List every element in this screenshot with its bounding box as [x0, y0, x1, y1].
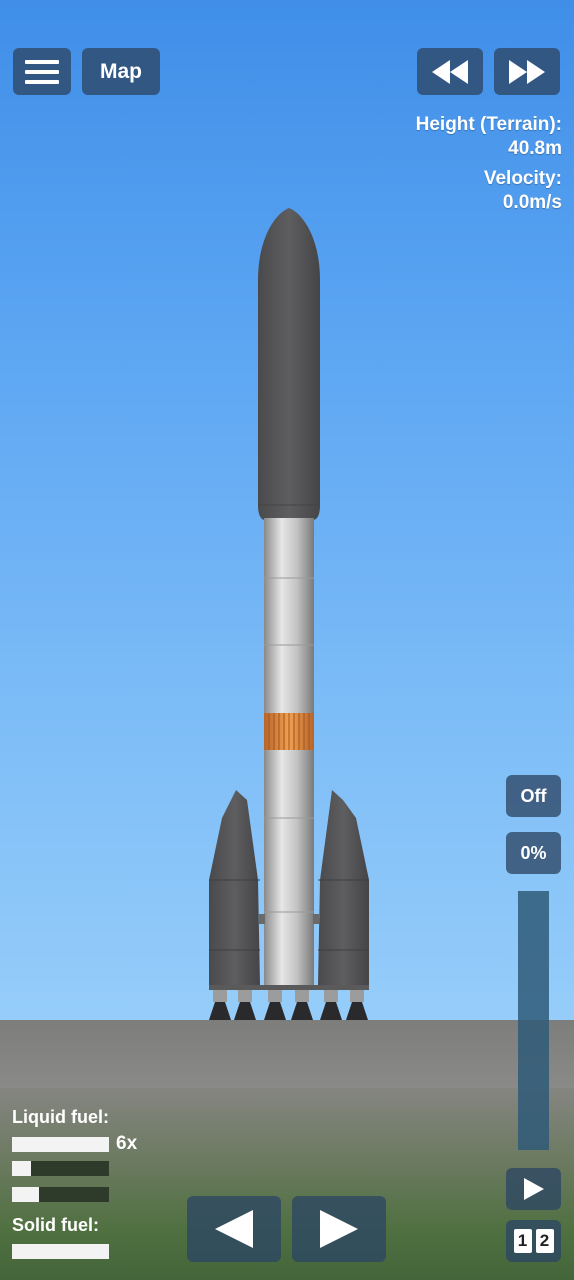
fast-forward-button[interactable] [494, 48, 560, 95]
throttle-slider[interactable] [518, 891, 549, 1150]
stage-digit-1: 1 [513, 1229, 532, 1253]
height-label: Height (Terrain): [415, 114, 562, 135]
throttle-percent-label: 0% [520, 842, 547, 863]
payload-fairing [258, 208, 320, 520]
menu-button[interactable] [13, 48, 71, 95]
engine-toggle-label: Off [520, 785, 547, 806]
solid-fuel-fill-1 [12, 1244, 109, 1259]
velocity-value: 0.0m/s [502, 192, 562, 213]
fast-forward-icon [507, 59, 547, 85]
map-button-label: Map [100, 59, 142, 83]
hamburger-menu-icon [25, 59, 59, 85]
throttle-percent-display: 0% [506, 832, 561, 874]
steer-left-button[interactable] [187, 1196, 281, 1262]
steer-right-button[interactable] [292, 1196, 386, 1262]
rewind-icon [430, 59, 470, 85]
solid-fuel-bar-1 [12, 1244, 109, 1259]
stage-selector[interactable]: 1 2 [506, 1220, 561, 1262]
rewind-button[interactable] [417, 48, 483, 95]
left-booster [209, 790, 265, 985]
liquid-fuel-label: Liquid fuel: [12, 1107, 109, 1127]
right-arrow-icon [319, 1209, 359, 1249]
velocity-label: Velocity: [483, 168, 562, 189]
liquid-fuel-fill-2 [12, 1161, 32, 1176]
stage-digit-2: 2 [535, 1229, 554, 1253]
engines [209, 985, 369, 1020]
right-booster [313, 790, 369, 985]
activate-stage-button[interactable] [506, 1168, 561, 1210]
liquid-fuel-fill-3 [12, 1187, 40, 1202]
left-arrow-icon [214, 1209, 254, 1249]
engine-toggle-button[interactable]: Off [506, 775, 561, 817]
liquid-fuel-bar-3 [12, 1187, 109, 1202]
height-value: 40.8m [508, 138, 562, 159]
velocity-readout: Velocity: 0.0m/s [484, 167, 562, 215]
play-icon [523, 1177, 545, 1201]
liquid-fuel-bar-1 [12, 1137, 109, 1152]
solid-fuel-label: Solid fuel: [12, 1215, 99, 1235]
liquid-fuel-multiplier: 6x [116, 1133, 138, 1154]
liquid-fuel-fill-1 [12, 1137, 109, 1152]
map-button[interactable]: Map [82, 48, 160, 95]
core-stage [264, 518, 314, 985]
liquid-fuel-bar-2 [12, 1161, 109, 1176]
height-readout: Height (Terrain): 40.8m [416, 113, 562, 161]
